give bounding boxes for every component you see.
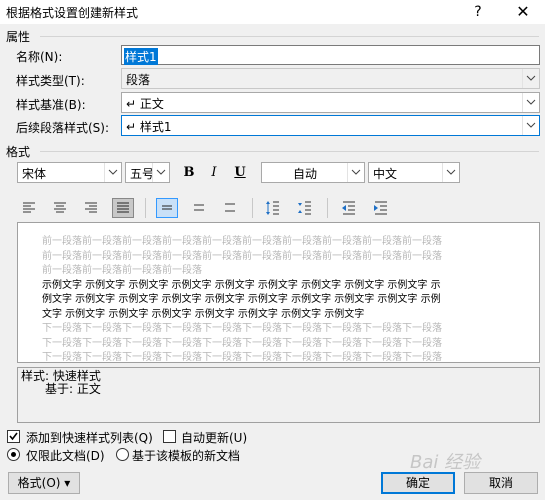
only-this-document-label: 仅限此文档(D) (26, 449, 105, 463)
preview-next-line: 下一段落下一段落下一段落下一段落下一段落下一段落下一段落下一段落下一段落下一段落 (42, 337, 442, 349)
preview-sample-line: 例文字 示例文字 示例文字 示例文字 示例文字 示例文字 示例文字 示例文字 示… (42, 294, 441, 305)
style-type-select[interactable]: 段落 (121, 68, 540, 89)
double-spacing-icon[interactable] (219, 198, 241, 218)
next-style-label: 后续段落样式(S): (16, 121, 110, 135)
preview-next-line: 下一段落下一段落下一段落下一段落下一段落下一段落下一段落下一段落下一段落下一段落 (42, 352, 442, 363)
font-select[interactable]: 宋体 (17, 162, 122, 183)
chevron-down-icon (347, 163, 364, 182)
based-on-value: ↵ 正文 (126, 97, 164, 111)
language-select[interactable]: 中文 (368, 162, 460, 183)
increase-indent-icon[interactable] (370, 198, 392, 218)
name-field[interactable]: 样式1 (121, 45, 540, 65)
description-based-line: 基于: 正文 (45, 382, 101, 396)
toolbar-separator (327, 198, 328, 218)
style-type-label: 样式类型(T): (16, 74, 85, 88)
only-this-document-radio[interactable] (7, 448, 20, 461)
title-bar: 根据格式设置创建新样式 ? ✕ (0, 0, 545, 24)
watermark-logo: Bai 经验 (410, 452, 481, 473)
new-documents-template-label: 基于该模板的新文档 (132, 449, 241, 463)
align-center-icon[interactable] (49, 198, 71, 218)
next-style-select[interactable]: ↵ 样式1 (121, 115, 540, 136)
style-description: 样式: 快速样式 基于: 正文 (17, 367, 540, 423)
next-style-value: ↵ 样式1 (126, 120, 172, 134)
chevron-down-icon (442, 163, 459, 182)
properties-divider (40, 36, 539, 37)
one-half-spacing-icon[interactable] (188, 198, 210, 218)
align-left-icon[interactable] (18, 198, 40, 218)
toolbar-separator (145, 198, 146, 218)
style-preview: 前一段落前一段落前一段落前一段落前一段落前一段落前一段落前一段落前一段落前一段落… (17, 222, 540, 363)
close-button[interactable]: ✕ (503, 0, 543, 24)
chevron-down-icon (522, 93, 539, 112)
toolbar-separator (252, 198, 253, 218)
preview-sample-line: 示例文字 示例文字 示例文字 示例文字 示例文字 示例文字 示例文字 示例文字 … (42, 279, 441, 291)
increase-paragraph-spacing-icon[interactable] (262, 198, 284, 218)
font-value: 宋体 (22, 167, 47, 181)
format-section-label: 格式 (6, 143, 35, 160)
single-spacing-icon[interactable] (156, 198, 178, 218)
format-divider (40, 151, 539, 152)
language-value: 中文 (373, 167, 398, 181)
align-right-icon[interactable] (80, 198, 102, 218)
preview-previous-line: 前一段落前一段落前一段落前一段落前一段落前一段落前一段落前一段落前一段落前一段落 (42, 236, 442, 247)
decrease-indent-icon[interactable] (338, 198, 360, 218)
preview-previous-line: 前一段落前一段落前一段落前一段落前一段落前一段落前一段落前一段落前一段落前一段落 (42, 250, 442, 262)
font-size-value: 五号 (130, 167, 155, 181)
add-to-quick-styles-checkbox[interactable] (7, 430, 20, 443)
name-label: 名称(N): (16, 50, 63, 64)
chevron-down-icon (152, 163, 169, 182)
style-type-value: 段落 (126, 73, 151, 87)
name-value: 样式1 (124, 48, 158, 65)
justify-icon[interactable] (112, 198, 134, 218)
chevron-down-icon (522, 69, 539, 88)
ok-button[interactable]: 确定 (381, 472, 455, 494)
cancel-button[interactable]: 取消 (464, 472, 538, 494)
new-documents-template-radio[interactable] (116, 448, 129, 461)
font-color-value: 自动 (293, 167, 318, 181)
preview-next-line: 下一段落下一段落下一段落下一段落下一段落下一段落下一段落下一段落下一段落下一段落 (42, 323, 442, 334)
help-button[interactable]: ? (458, 0, 498, 24)
italic-button[interactable]: I (204, 164, 224, 182)
chevron-down-icon (522, 116, 539, 135)
auto-update-label: 自动更新(U) (181, 431, 248, 445)
auto-update-checkbox[interactable] (163, 430, 176, 443)
add-to-quick-styles-label: 添加到快速样式列表(Q) (26, 431, 153, 445)
font-size-select[interactable]: 五号 (125, 162, 170, 183)
properties-section-label: 属性 (6, 28, 35, 45)
font-color-select[interactable]: 自动 (261, 162, 365, 183)
format-menu-button[interactable]: 格式(O) ▾ (8, 472, 80, 494)
dialog-title: 根据格式设置创建新样式 (6, 6, 139, 20)
based-on-select[interactable]: ↵ 正文 (121, 92, 540, 113)
underline-button[interactable]: U (230, 164, 250, 182)
preview-sample-line: 文字 示例文字 示例文字 示例文字 示例文字 示例文字 示例文字 示例文字 (42, 308, 365, 320)
preview-previous-line: 前一段落前一段落前一段落前一段落 (42, 265, 202, 276)
chevron-down-icon (104, 163, 121, 182)
decrease-paragraph-spacing-icon[interactable] (294, 198, 316, 218)
based-on-label: 样式基准(B): (16, 98, 86, 112)
bold-button[interactable]: B (179, 164, 199, 182)
